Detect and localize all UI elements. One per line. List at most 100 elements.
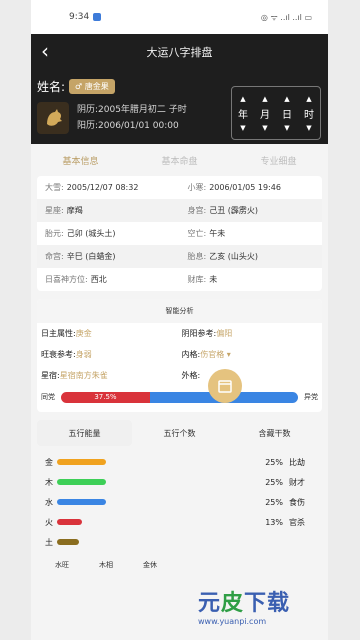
tab-element-count[interactable]: 五行个数: [132, 420, 227, 446]
balance-bar: 37.5% 62.5%: [61, 391, 298, 403]
info-key: 身宫:: [187, 206, 207, 215]
status-icons: ◎ ᯤ ..ıl ..ıl ▭: [260, 12, 312, 22]
tab-basic-info[interactable]: 基本信息: [62, 154, 98, 167]
birth-dates: 阴历:2005年腊月初二 子时 阳历:2006/01/01 00:00: [77, 102, 187, 134]
month-label: 月: [260, 109, 270, 121]
element-name: 木: [45, 477, 53, 487]
rooster-icon: [37, 102, 69, 134]
year-up-icon[interactable]: ▲: [240, 95, 245, 103]
element-row: 木 25% 财才: [45, 472, 320, 492]
header: ‹ 大运八字排盘 姓名: ♂ 唐金果 阴历:2005年腊月初二 子时 阳历:20…: [31, 34, 328, 144]
info-cell: 命宫: 辛巳 (白蜡金): [37, 251, 180, 262]
info-cell: 星座: 摩羯: [37, 205, 180, 216]
app-screen: 9:34 ◎ ᯤ ..ıl ..ıl ▭ ‹ 大运八字排盘 姓名: ♂ 唐金果 …: [31, 0, 328, 640]
element-track: [57, 459, 253, 465]
same-party-label: 同党: [41, 393, 55, 401]
element-percent: 25%: [265, 457, 283, 467]
time-stepper: ▲ 年 ▼ ▲ 月 ▼ ▲ 日 ▼ ▲ 时 ▼: [231, 86, 321, 140]
element-fill: [57, 539, 79, 545]
info-value: 己丑 (霹雳火): [209, 206, 258, 215]
main-tabs: 基本信息 基本命盘 专业细盘: [31, 144, 328, 176]
info-value: 西北: [90, 275, 107, 284]
info-key: 日喜神方位:: [45, 275, 88, 284]
name-row: 姓名: ♂ 唐金果: [37, 78, 115, 95]
nav-bar: ‹ 大运八字排盘: [31, 34, 328, 70]
info-key: 星座:: [45, 206, 64, 215]
day-down-icon[interactable]: ▼: [284, 124, 289, 132]
element-row: 金 25% 比劫: [45, 452, 320, 472]
watermark-text: 皮: [221, 591, 245, 616]
smart-analysis-title: 智能分析: [37, 299, 322, 323]
element-energy-list: 金 25% 比劫木 25% 财才水 25% 食伤火 13% 官杀土: [31, 446, 328, 552]
element-percent: 25%: [265, 497, 283, 507]
table-row: 命宫: 辛巳 (白蜡金) 胎息: 乙亥 (山头火): [37, 245, 322, 268]
month-down-icon[interactable]: ▼: [262, 124, 267, 132]
element-row: 火 13% 官杀: [45, 512, 320, 532]
info-key: 空亡:: [187, 229, 207, 238]
gender-name-tag[interactable]: ♂ 唐金果: [69, 79, 115, 94]
strength-label: 金休: [143, 561, 157, 569]
calendar-fab-button[interactable]: [208, 369, 242, 403]
status-bar: 9:34 ◎ ᯤ ..ıl ..ıl ▭: [31, 0, 328, 34]
table-row: 胎元: 己卯 (城头土) 空亡: 午未: [37, 222, 322, 245]
analysis-item: 日主属性:庚金: [41, 328, 182, 339]
tab-element-energy[interactable]: 五行能量: [37, 420, 132, 446]
element-name: 土: [45, 537, 53, 547]
clock: 9:34: [69, 12, 90, 22]
tab-hidden-stems[interactable]: 含藏干数: [227, 420, 322, 446]
element-ten-god: 食伤: [289, 497, 305, 507]
tab-basic-chart[interactable]: 基本命盘: [161, 154, 197, 167]
analysis-value: 星宿南方朱雀: [59, 371, 108, 380]
year-label: 年: [238, 109, 248, 121]
solar-date: 阳历:2006/01/01 00:00: [77, 121, 179, 131]
element-name: 水: [45, 497, 53, 507]
element-row: 水 25% 食伤: [45, 492, 320, 512]
hour-down-icon[interactable]: ▼: [306, 124, 311, 132]
info-key: 小寒:: [187, 183, 207, 192]
info-value: 摩羯: [66, 206, 83, 215]
info-value: 己卯 (城头土): [66, 229, 116, 238]
year-down-icon[interactable]: ▼: [240, 124, 245, 132]
element-strength-row: 水旺 木相 金休: [31, 552, 328, 578]
day-stepper: ▲ 日 ▼: [282, 95, 292, 132]
element-tabs: 五行能量 五行个数 含藏干数: [37, 420, 322, 446]
same-party-fill: 37.5%: [61, 391, 150, 403]
party-balance: 同党 37.5% 62.5% 异党: [37, 386, 322, 408]
analysis-key: 星宿:: [41, 371, 60, 380]
info-key: 胎元:: [45, 229, 64, 238]
message-icon: [93, 13, 102, 21]
info-cell: 空亡: 午未: [180, 228, 323, 239]
watermark-text: 下载: [244, 591, 291, 616]
month-stepper: ▲ 月 ▼: [260, 95, 270, 132]
back-button[interactable]: ‹: [41, 39, 49, 63]
info-value: 2006/01/05 19:46: [209, 183, 281, 192]
strength-label: 水旺: [55, 561, 69, 569]
info-value: 午未: [209, 229, 226, 238]
analysis-key: 日主属性:: [41, 329, 76, 338]
element-track: [57, 479, 253, 485]
info-key: 命宫:: [45, 252, 64, 261]
info-cell: 大雪: 2005/12/07 08:32: [37, 182, 180, 193]
element-track: [57, 499, 253, 505]
info-key: 财库:: [187, 275, 207, 284]
info-value: 未: [209, 275, 218, 284]
analysis-item: 星宿:星宿南方朱雀: [41, 370, 182, 381]
analysis-key: 阴阳参考:: [181, 329, 217, 338]
month-up-icon[interactable]: ▲: [262, 95, 267, 103]
hour-label: 时: [304, 109, 314, 121]
analysis-value: 身弱: [75, 350, 92, 359]
analysis-key: 外格:: [181, 371, 201, 380]
table-row: 星座: 摩羯 身宫: 己丑 (霹雳火): [37, 199, 322, 222]
tab-detailed-chart[interactable]: 专业细盘: [260, 154, 296, 167]
hour-up-icon[interactable]: ▲: [306, 95, 311, 103]
info-cell: 日喜神方位: 西北: [37, 274, 180, 285]
info-value: 2005/12/07 08:32: [66, 183, 139, 192]
analysis-item: 阴阳参考:偏阳: [182, 328, 323, 339]
element-name: 火: [45, 517, 53, 527]
info-value: 乙亥 (山头火): [209, 252, 258, 261]
day-up-icon[interactable]: ▲: [284, 95, 289, 103]
inner-pattern-dropdown[interactable]: 内格:伤官格 ▾: [182, 349, 323, 360]
analysis-key: 旺衰参考:: [41, 350, 76, 359]
name-label: 姓名:: [37, 80, 66, 94]
day-label: 日: [282, 109, 292, 121]
